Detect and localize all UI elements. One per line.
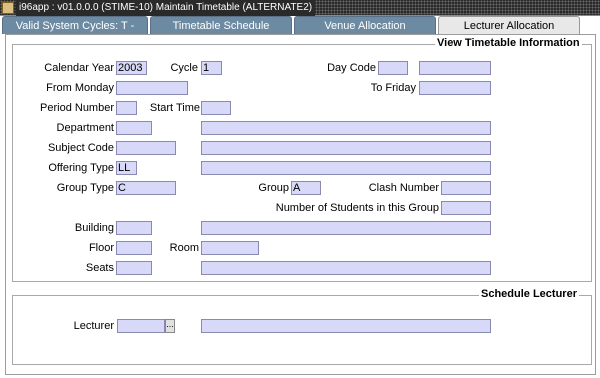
offering-type-description-field[interactable] [201,161,491,175]
from-monday-label: From Monday [46,82,114,94]
to-friday-label: To Friday [370,82,416,94]
tab-valid-system-cycles[interactable]: Valid System Cycles: T - Type [2,16,148,50]
day-code-field[interactable] [378,61,408,75]
lecturer-name-field[interactable] [201,319,491,333]
tab-venue-allocation[interactable]: Venue Allocation [294,16,436,34]
calendar-year-field[interactable]: 2003 [116,61,147,75]
department-description-field[interactable] [201,121,491,135]
building-label: Building [74,222,114,234]
group-label: Group [258,182,289,194]
section-title-view-timetable: View Timetable Information [435,37,582,49]
lecturer-lov-button[interactable]: ... [165,319,175,333]
department-field[interactable] [116,121,152,135]
department-label: Department [56,122,114,134]
start-time-label: Start Time [149,102,200,114]
lecturer-field[interactable] [117,319,165,333]
building-description-field[interactable] [201,221,491,235]
room-field[interactable] [201,241,259,255]
tab-lecturer-allocation[interactable]: Lecturer Allocation [438,16,580,35]
num-students-label: Number of Students in this Group [275,202,439,214]
seats-description-field[interactable] [201,261,491,275]
tab-timetable-schedule[interactable]: Timetable Schedule [150,16,292,34]
from-monday-field[interactable] [116,81,188,95]
window-titlebar: i96app : v01.0.0.0 (STIME-10) Maintain T… [0,0,600,16]
num-students-field[interactable] [441,201,491,215]
seats-label: Seats [85,262,114,274]
seats-field[interactable] [116,261,152,275]
day-code-label: Day Code [327,62,376,74]
subject-code-label: Subject Code [47,142,114,154]
period-number-field[interactable] [116,101,137,115]
offering-type-field[interactable]: LL [116,161,137,175]
clash-number-field[interactable] [441,181,491,195]
cycle-field[interactable]: 1 [201,61,222,75]
building-field[interactable] [116,221,152,235]
group-field[interactable]: A [291,181,321,195]
floor-field[interactable] [116,241,152,255]
day-code-description-field[interactable] [419,61,491,75]
offering-type-label: Offering Type [48,162,114,174]
cycle-label: Cycle [170,62,198,74]
floor-label: Floor [88,242,114,254]
room-label: Room [169,242,199,254]
group-type-label: Group Type [56,182,114,194]
start-time-field[interactable] [201,101,231,115]
subject-description-field[interactable] [201,141,491,155]
lecturer-label: Lecturer [73,320,114,332]
window-title: i96app : v01.0.0.0 (STIME-10) Maintain T… [16,0,316,16]
period-number-label: Period Number [40,102,114,114]
app-icon [2,2,14,14]
calendar-year-label: Calendar Year [44,62,114,74]
tab-bar: Valid System Cycles: T - Type Timetable … [0,16,600,50]
clash-number-label: Clash Number [368,182,439,194]
subject-code-field[interactable] [116,141,176,155]
group-type-field[interactable]: C [116,181,176,195]
to-friday-field[interactable] [419,81,491,95]
section-title-schedule-lecturer: Schedule Lecturer [479,288,579,300]
